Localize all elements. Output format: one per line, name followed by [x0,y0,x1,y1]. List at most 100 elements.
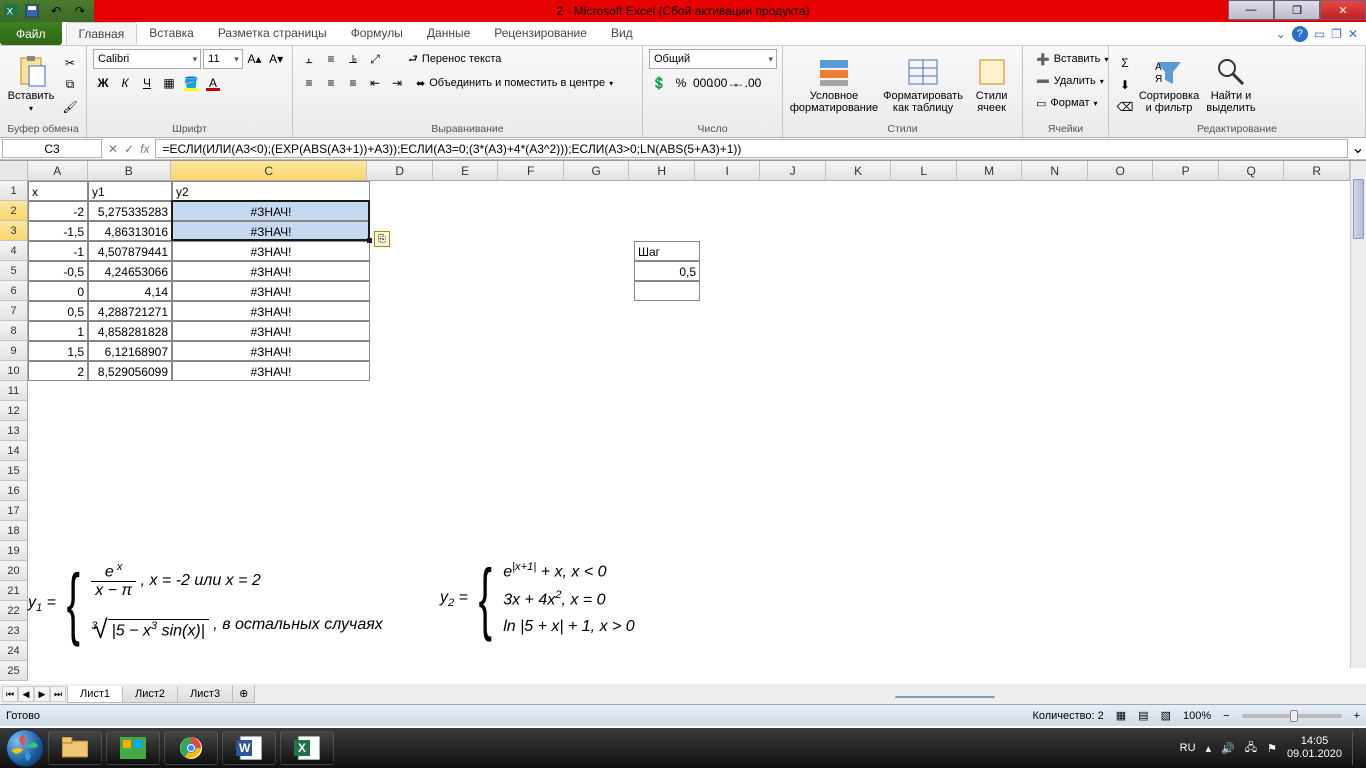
col-header-H[interactable]: H [629,161,695,181]
merge-center-button[interactable]: ⬌Объединить и поместить в центре▾ [409,73,620,93]
save-icon[interactable] [22,1,42,21]
worksheet-grid[interactable]: ABCDEFGHIJKLMNOPQR 123456789101112131415… [0,160,1366,684]
cell-A6[interactable]: 0 [28,281,88,301]
taskbar-chrome-icon[interactable] [164,731,218,765]
tray-clock[interactable]: 14:05 09.01.2020 [1287,735,1342,761]
row-header-10[interactable]: 10 [0,361,28,381]
taskbar-excel-icon[interactable]: X [280,731,334,765]
row-header-8[interactable]: 8 [0,321,28,341]
minimize-ribbon-icon[interactable]: ⌄ [1276,27,1286,41]
align-bottom-icon[interactable]: ⫡ [343,49,363,69]
cell-C1[interactable]: y2 [172,181,370,201]
font-color-icon[interactable]: A [203,73,223,93]
tray-network-icon[interactable]: 🖧 [1245,739,1257,758]
cell-A8[interactable]: 1 [28,321,88,341]
orientation-icon[interactable]: ⤢ [365,49,385,69]
row-header-12[interactable]: 12 [0,401,28,421]
name-box[interactable] [2,139,102,158]
enter-formula-icon[interactable]: ✓ [124,142,134,156]
row-header-13[interactable]: 13 [0,421,28,441]
row-header-17[interactable]: 17 [0,501,28,521]
cell-C8[interactable]: #ЗНАЧ! [172,321,370,341]
row-header-18[interactable]: 18 [0,521,28,541]
cell-A3[interactable]: -1,5 [28,221,88,241]
row-header-1[interactable]: 1 [0,181,28,201]
row-header-5[interactable]: 5 [0,261,28,281]
format-as-table-button[interactable]: Форматировать как таблицу [883,49,963,120]
row-header-22[interactable]: 22 [0,601,28,621]
fill-icon[interactable]: ⬇ [1115,75,1135,95]
cell-A10[interactable]: 2 [28,361,88,381]
cell-B8[interactable]: 4,858281828 [88,321,172,341]
align-top-icon[interactable]: ⫠ [299,49,319,69]
help-icon[interactable]: ? [1292,26,1308,42]
show-desktop-button[interactable] [1352,731,1360,765]
col-header-K[interactable]: K [826,161,892,181]
increase-font-icon[interactable]: A▴ [245,49,265,69]
cell-C6[interactable]: #ЗНАЧ! [172,281,370,301]
row-header-15[interactable]: 15 [0,461,28,481]
file-tab[interactable]: Файл [0,22,62,45]
tray-up-icon[interactable]: ▴ [1206,742,1212,755]
row-header-20[interactable]: 20 [0,561,28,581]
view-break-icon[interactable]: ▧ [1161,709,1171,722]
autofill-options-icon[interactable]: ⎘ [374,231,390,247]
row-header-25[interactable]: 25 [0,661,28,681]
col-header-I[interactable]: I [695,161,761,181]
format-cells-button[interactable]: ▭Формат▾ [1029,93,1102,113]
cell-C9[interactable]: #ЗНАЧ! [172,341,370,361]
col-header-E[interactable]: E [433,161,499,181]
cell-C10[interactable]: #ЗНАЧ! [172,361,370,381]
minimize-button[interactable]: — [1228,0,1274,20]
col-header-D[interactable]: D [367,161,433,181]
row-header-4[interactable]: 4 [0,241,28,261]
align-left-icon[interactable]: ≡ [299,73,319,93]
row-header-7[interactable]: 7 [0,301,28,321]
row-header-3[interactable]: 3 [0,221,28,241]
col-header-R[interactable]: R [1284,161,1350,181]
col-header-L[interactable]: L [891,161,957,181]
cell-H6[interactable] [634,281,700,301]
font-size-combo[interactable]: 11 [203,49,243,69]
paste-button[interactable]: Вставить ▾ [6,49,56,120]
conditional-formatting-button[interactable]: Условное форматирование [789,49,879,120]
sheet-prev-icon[interactable]: ◀ [18,686,34,702]
tab-view[interactable]: Вид [599,22,645,45]
zoom-slider[interactable] [1242,714,1342,718]
zoom-out-icon[interactable]: − [1223,710,1229,722]
select-all-corner[interactable] [0,161,28,181]
cell-B9[interactable]: 6,12168907 [88,341,172,361]
cell-A4[interactable]: -1 [28,241,88,261]
currency-icon[interactable]: 💲 [649,73,669,93]
sheet-tab-1[interactable]: Лист1 [67,686,123,703]
sort-filter-button[interactable]: AЯСортировка и фильтр [1139,49,1199,120]
autosum-icon[interactable]: Σ [1115,53,1135,73]
insert-cells-button[interactable]: ➕Вставить▾ [1029,49,1102,69]
number-format-combo[interactable]: Общий [649,49,777,69]
view-normal-icon[interactable]: ▦ [1116,709,1126,722]
row-header-21[interactable]: 21 [0,581,28,601]
sheet-tab-3[interactable]: Лист3 [177,686,233,703]
tab-home[interactable]: Главная [66,22,138,45]
align-middle-icon[interactable]: ≡ [321,49,341,69]
find-select-button[interactable]: Найти и выделить [1203,49,1259,120]
col-header-M[interactable]: M [957,161,1023,181]
undo-icon[interactable]: ↶ [46,1,66,21]
redo-icon[interactable]: ↷ [70,1,90,21]
zoom-in-icon[interactable]: + [1354,710,1360,722]
fx-icon[interactable]: fx [140,142,149,156]
wrap-text-button[interactable]: ⮐Перенос текста [401,49,508,69]
tray-lang[interactable]: RU [1180,742,1196,754]
cell-H4[interactable]: Шаг [634,241,700,261]
cell-B2[interactable]: 5,275335283 [88,201,172,221]
tab-formulas[interactable]: Формулы [339,22,415,45]
align-center-icon[interactable]: ≡ [321,73,341,93]
sheet-tab-2[interactable]: Лист2 [122,686,178,703]
row-headers[interactable]: 1234567891011121314151617181920212223242… [0,181,28,681]
view-layout-icon[interactable]: ▤ [1138,709,1148,722]
cut-icon[interactable]: ✂ [60,53,80,73]
vscroll-thumb[interactable] [1353,179,1364,239]
row-header-9[interactable]: 9 [0,341,28,361]
decrease-indent-icon[interactable]: ⇤ [365,73,385,93]
clear-icon[interactable]: ⌫ [1115,97,1135,117]
